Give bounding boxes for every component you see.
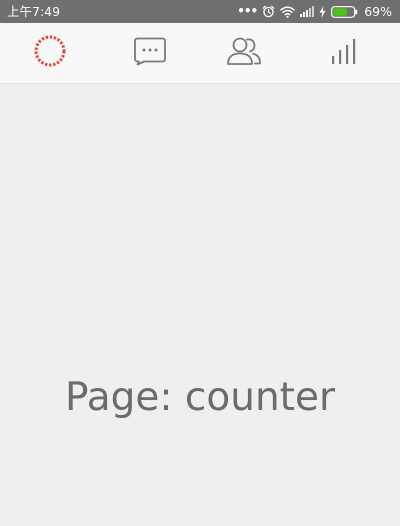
status-time: 上午7:49 bbox=[7, 4, 61, 19]
alarm-clock-icon bbox=[262, 0, 275, 23]
main-content: Page: counter bbox=[0, 84, 400, 526]
battery-percent: 69% bbox=[364, 4, 392, 19]
wifi-icon bbox=[280, 0, 296, 23]
tab-messages[interactable] bbox=[100, 23, 200, 83]
battery-icon bbox=[331, 0, 358, 23]
loading-ring-icon bbox=[33, 34, 67, 73]
status-icons: ••• 69% bbox=[237, 0, 392, 23]
signal-strength-icon bbox=[300, 0, 315, 23]
contacts-icon bbox=[224, 35, 264, 72]
charging-icon bbox=[319, 0, 326, 23]
chat-bubble-icon bbox=[132, 36, 168, 71]
tab-bar bbox=[0, 23, 400, 84]
tab-home[interactable] bbox=[0, 23, 100, 83]
status-bar: 上午7:49 ••• 69% bbox=[0, 0, 400, 23]
bar-chart-icon bbox=[330, 37, 358, 70]
more-notifications-icon: ••• bbox=[237, 4, 258, 18]
page-label: Page: counter bbox=[64, 375, 335, 420]
tab-contacts[interactable] bbox=[194, 23, 294, 83]
tab-stats[interactable] bbox=[294, 23, 394, 83]
